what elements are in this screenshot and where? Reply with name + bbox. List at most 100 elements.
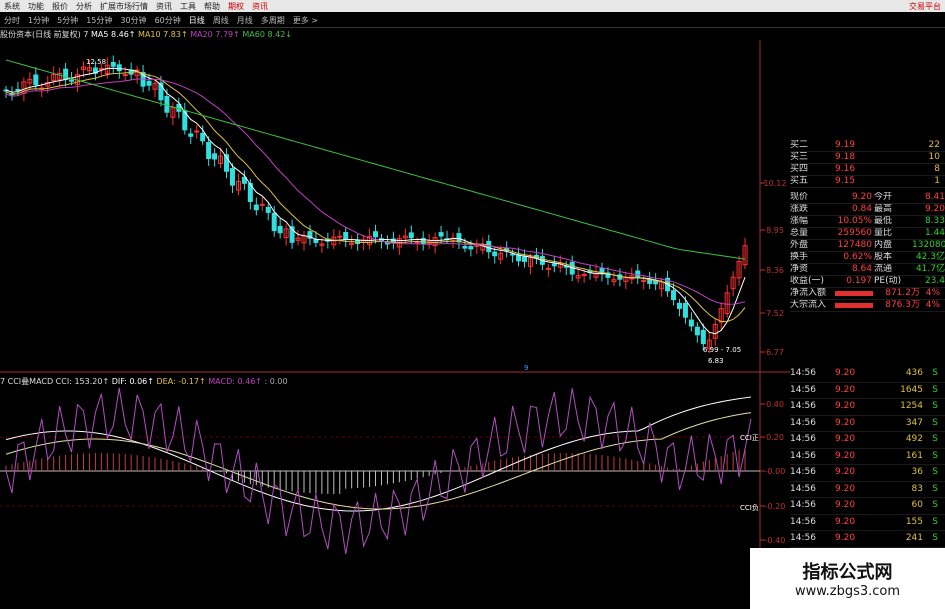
- candle-body: [194, 130, 200, 133]
- trade-time: 14:56: [790, 533, 816, 543]
- candle-body: [545, 267, 551, 270]
- low-range-label: 6.99 - 7.05: [703, 346, 741, 354]
- candle-body: [551, 263, 557, 267]
- price-tick: 8.95: [766, 226, 784, 235]
- stat-label: 内盘: [874, 240, 893, 250]
- book-price: 9.16: [835, 164, 856, 174]
- price-tick: 10.12: [764, 179, 787, 188]
- ind-tick: -0.20: [765, 502, 786, 511]
- watermark-title: 指标公式网: [802, 562, 893, 583]
- flow-bar: [835, 291, 873, 296]
- candle-body: [277, 225, 283, 234]
- trade-time: 14:56: [790, 516, 816, 527]
- book-price: 9.15: [835, 176, 856, 186]
- trade-row: 14:56 9.20 347 S: [790, 416, 945, 432]
- candle-body: [671, 290, 677, 301]
- trade-volume: 83: [911, 483, 923, 494]
- trade-row: 14:56 9.20 60 S: [790, 498, 945, 515]
- stat-row: 收益(一) 0.197 PE(动) 23.4: [790, 276, 945, 288]
- cci-up-label: CCI正: [740, 434, 759, 442]
- trade-volume: 60: [911, 500, 923, 510]
- stat-label: 收益(一): [790, 276, 825, 286]
- stat-value: 127480: [837, 240, 872, 250]
- dea-line: [5, 412, 752, 510]
- candle-body: [676, 302, 682, 309]
- book-row: 买二 9.19 22: [790, 140, 945, 152]
- trade-row: 14:56 9.20 83 S: [790, 482, 945, 498]
- book-volume: 22: [928, 140, 940, 150]
- trade-time: 14:56: [790, 483, 816, 494]
- stat-value: 41.7亿: [915, 264, 945, 274]
- stat-value: 10.05%: [837, 216, 872, 226]
- trade-flag: S: [932, 417, 938, 428]
- book-volume: 8: [934, 164, 940, 174]
- watermark-url: www.zbgs3.com: [794, 584, 901, 599]
- candle-body: [110, 62, 116, 67]
- trade-price: 9.20: [835, 417, 856, 428]
- trade-volume: 492: [905, 434, 923, 444]
- book-volume: 10: [928, 152, 940, 162]
- quote-panel: 买二 9.19 22 买三 9.18 10 买四 9.16 8 买五 9.15 1 现价 9.20 今开 8.…: [790, 140, 945, 312]
- kline-chart[interactable]: 10.12 8.95 8.36 7.52 6.77 0.40 0.20 -0.00 -0.20 -…: [0, 0, 790, 609]
- trade-time: 14:56: [790, 384, 816, 395]
- candle-body: [200, 132, 206, 142]
- stat-label: 涨幅: [790, 216, 809, 226]
- ind-tick: 0.40: [766, 400, 784, 409]
- flow-value: 871.2万: [885, 288, 920, 298]
- book-label: 买四: [790, 164, 809, 174]
- trade-row: 14:56 9.20 1645 S: [790, 383, 945, 399]
- trade-time: 14:56: [790, 500, 816, 510]
- stat-value: 23.4: [924, 276, 945, 286]
- candle-body: [373, 231, 379, 238]
- trade-volume: 36: [911, 467, 923, 477]
- candle-body: [700, 329, 706, 345]
- trade-price: 9.20: [835, 401, 856, 411]
- trade-time: 14:56: [790, 401, 816, 411]
- trade-flag: S: [932, 368, 938, 378]
- trade-volume: 155: [905, 516, 923, 527]
- candle-body: [188, 133, 194, 137]
- candle-body: [522, 256, 528, 262]
- book-row: 买三 9.18 10: [790, 152, 945, 164]
- stat-label: 净资: [790, 264, 809, 274]
- stat-value: 8.33: [924, 216, 945, 226]
- candle-body: [408, 232, 414, 239]
- candle-body: [516, 254, 522, 262]
- candle-body: [164, 95, 170, 113]
- flow-label: 大宗流入: [790, 300, 827, 310]
- stat-value: 9.20: [851, 192, 872, 202]
- stat-label: 最低: [874, 216, 893, 226]
- stat-value: 0.84: [851, 204, 872, 214]
- trade-price: 9.20: [835, 434, 856, 444]
- stat-value: 1.44: [924, 228, 945, 238]
- candle-body: [259, 203, 265, 206]
- stat-row: 现价 9.20 今开 8.41: [790, 192, 945, 204]
- candle-body: [688, 319, 694, 327]
- book-volume: 1: [934, 176, 940, 186]
- book-label: 买五: [790, 176, 809, 186]
- watermark: 指标公式网 www.zbgs3.com: [750, 548, 945, 609]
- trade-price: 9.20: [835, 450, 856, 461]
- trade-volume: 241: [905, 533, 923, 543]
- book-price: 9.18: [835, 152, 856, 162]
- flow-row: 净流入额 871.2万 4%: [790, 288, 945, 300]
- trade-price: 9.20: [835, 467, 856, 477]
- trade-price: 9.20: [835, 384, 856, 395]
- candle-body: [206, 141, 212, 159]
- book-price: 9.19: [835, 140, 856, 150]
- stat-row: 外盘 127480 内盘 132080: [790, 240, 945, 252]
- trade-price: 9.20: [835, 516, 856, 527]
- trade-flag: S: [932, 483, 938, 494]
- ma10-line: [5, 71, 746, 323]
- flow-row: 大宗流入 876.3万 4%: [790, 300, 945, 312]
- stat-label: 涨跌: [790, 204, 809, 214]
- candle-body: [694, 326, 700, 336]
- candle-body: [438, 232, 444, 237]
- ind-tick: -0.00: [765, 467, 786, 476]
- candle-body: [146, 80, 152, 86]
- trade-flag: S: [932, 401, 938, 411]
- menu-trade-link[interactable]: 交易平台: [909, 1, 941, 12]
- high-label: 12.58: [86, 58, 106, 66]
- candle-body: [337, 235, 343, 238]
- stat-value: 259560: [837, 228, 872, 238]
